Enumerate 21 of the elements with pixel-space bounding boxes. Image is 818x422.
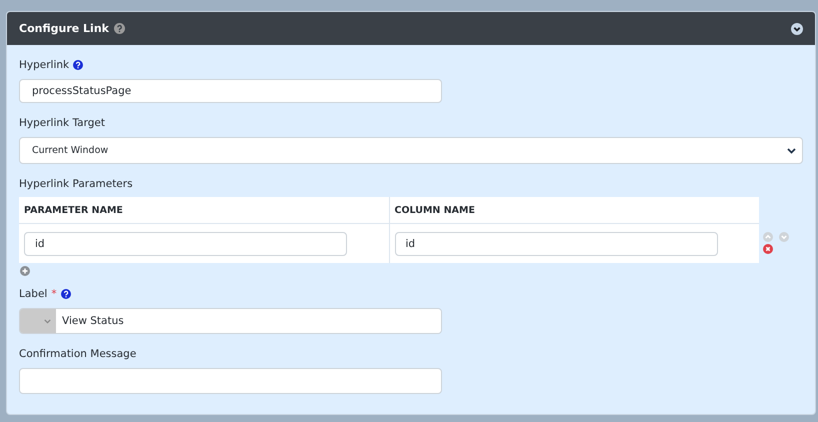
input-field[interactable] — [19, 368, 442, 394]
dropdown[interactable]: Current Window — [19, 137, 803, 164]
field-label: Hyperlink — [19, 59, 70, 71]
required-mark: * — [51, 288, 57, 300]
field-label: Hyperlink Target — [19, 117, 105, 129]
field-label: Label — [19, 288, 48, 300]
input-field[interactable]: processStatusPage — [19, 79, 442, 103]
add-icon[interactable] — [20, 266, 30, 276]
input-field[interactable]: id — [394, 232, 718, 256]
input-field[interactable]: id — [24, 232, 347, 256]
column-header: PARAMETER NAME — [19, 197, 389, 224]
panel-title: Configure Link — [19, 22, 109, 35]
delete-icon[interactable] — [763, 244, 773, 254]
help-icon[interactable] — [114, 23, 125, 34]
field-label: Confirmation Message — [19, 348, 136, 360]
collapse-icon[interactable] — [791, 22, 803, 34]
help-icon[interactable] — [60, 289, 71, 299]
field-label: Hyperlink Parameters — [19, 178, 133, 190]
column-header: COLUMN NAME — [389, 197, 759, 224]
help-icon[interactable] — [73, 60, 84, 70]
caret-icon — [787, 148, 796, 154]
